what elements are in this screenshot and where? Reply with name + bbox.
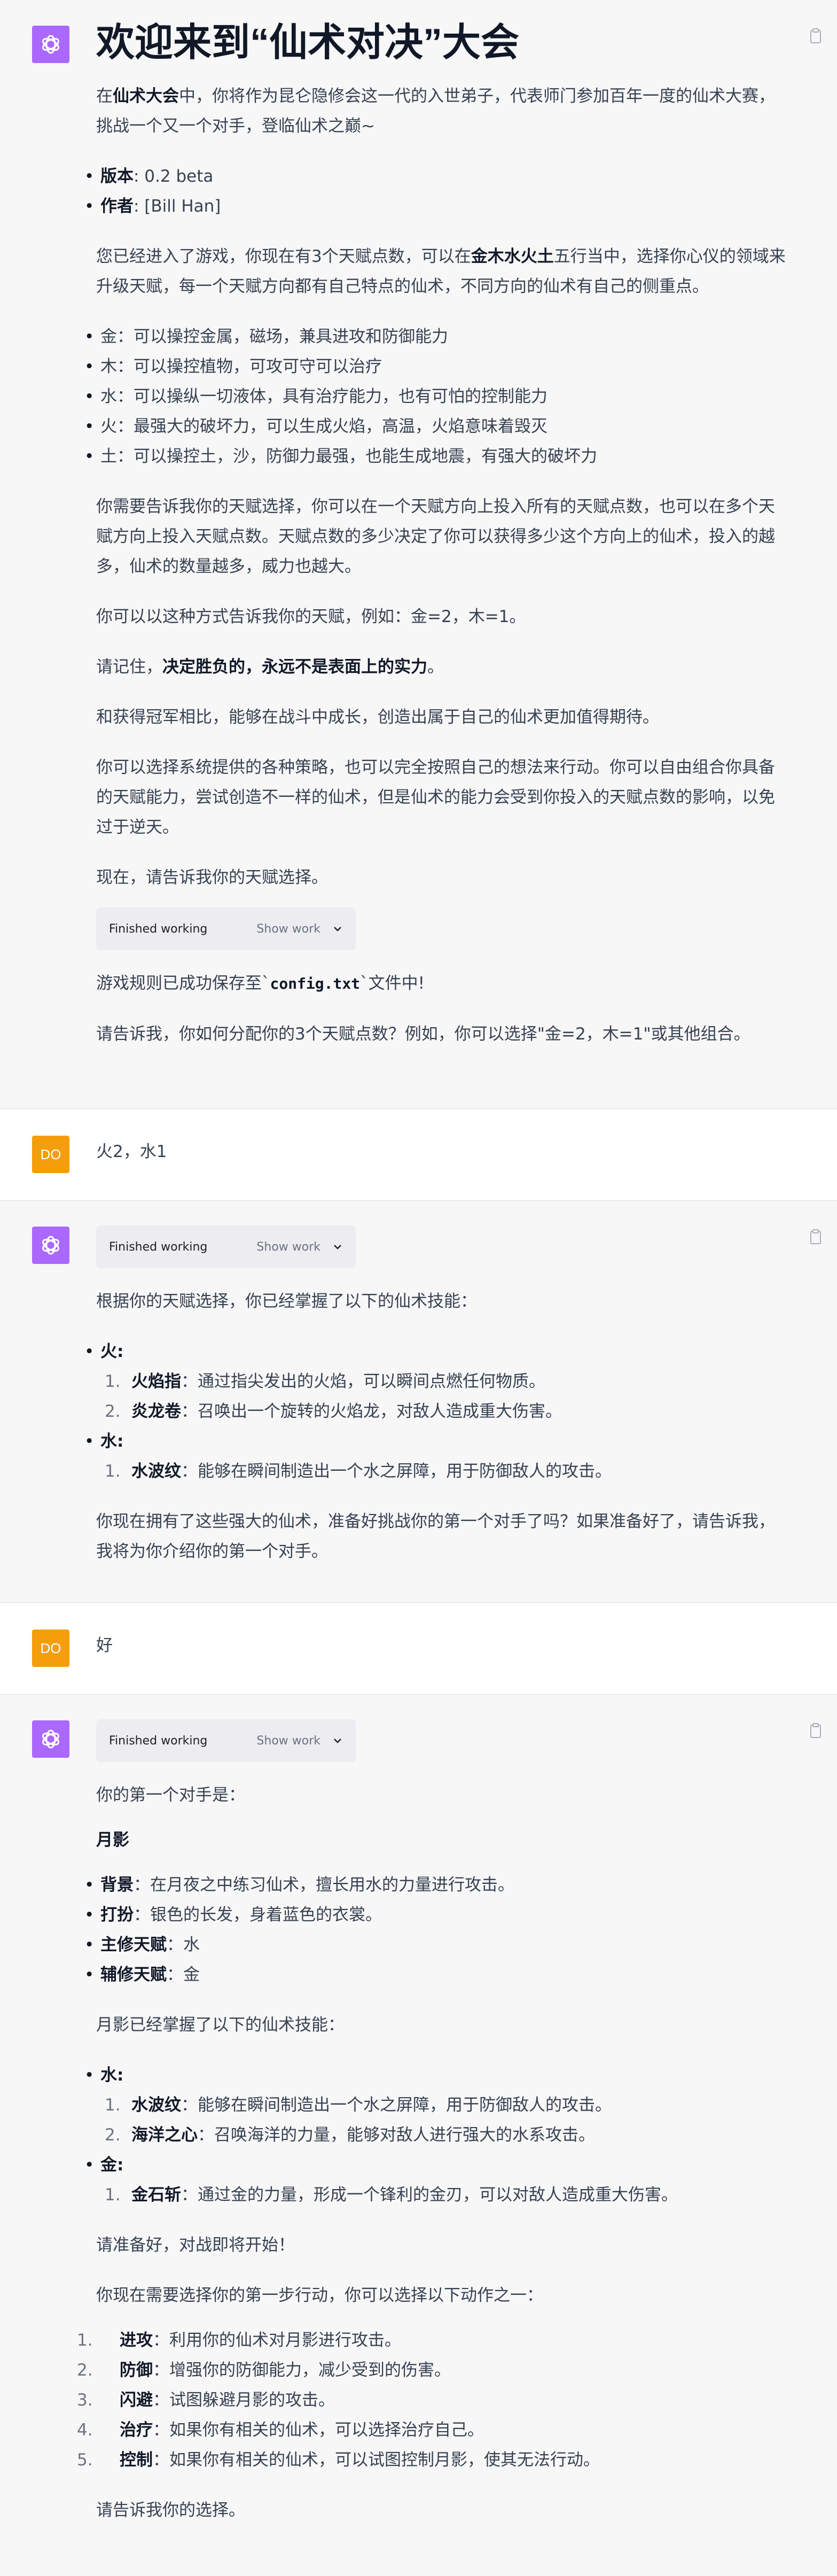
assistant-message: Finished working Show work 根据你的天赋选择，你已经掌… [0, 1201, 837, 1603]
chat-thread: 欢迎来到“仙术对决”大会 在仙术大会中，你将作为昆仑隐修会这一代的入世弟子，代表… [0, 0, 837, 2576]
assistant-message-content: Finished working Show work 根据你的天赋选择，你已经掌… [84, 1225, 791, 1587]
actions-list: 1. 进攻：利用你的仙术对月影进行攻击。 2. 防御：增强你的防御能力，减少受到的伤… [77, 2325, 791, 2475]
assistant-message: 欢迎来到“仙术对决”大会 在仙术大会中，你将作为昆仑隐修会这一代的入世弟子，代表… [0, 0, 837, 1109]
growth-paragraph: 和获得冠军相比，能够在战斗中成长，创造出属于自己的仙术更加值得期待。 [96, 708, 659, 727]
user-message-text: 火2，水1 [96, 1142, 167, 1161]
list-item-metal: 金: 1.金石斩：通过金的力量，形成一个锋利的金刃，可以对敌人造成重大伤害。 [84, 2150, 791, 2210]
user-message: DO 好 [0, 1603, 837, 1695]
assistant-avatar [32, 26, 69, 63]
list-item: 火：最强大的破坏力，可以生成火焰，高温，火焰意味着毁灭 [84, 412, 791, 441]
openai-logo-icon [42, 1729, 59, 1749]
intro-paragraph: 在仙术大会中，你将作为昆仑隐修会这一代的入世弟子，代表师门参加百年一度的仙术大赛… [96, 87, 775, 136]
list-item: 水：可以操纵一切液体，具有治疗能力，也有可怕的控制能力 [84, 382, 791, 412]
remember-paragraph: 请记住，决定胜负的，永远不是表面上的实力。 [96, 657, 444, 677]
elements-list: 金：可以操控金属，磁场，兼具进攻和防御能力 木：可以操控植物，可攻可守可以治疗 … [84, 322, 791, 471]
assistant-message: Finished working Show work 你的第一个对手是： 月影 … [0, 1695, 837, 2576]
clipboard-icon[interactable] [809, 1229, 822, 1245]
assistant-avatar [32, 1227, 69, 1264]
chevron-down-icon [334, 1245, 341, 1250]
opponent-skills-list: 水: 1.水波纹：能够在瞬间制造出一个水之屏障，用于防御敌人的攻击。 2.海洋之… [84, 2060, 791, 2210]
chevron-down-icon [334, 927, 341, 932]
assistant-message-content: Finished working Show work 你的第一个对手是： 月影 … [77, 1719, 791, 2546]
user-message: DO 火2，水1 [0, 1109, 837, 1201]
talent-paragraph: 您已经进入了游戏，你现在有3个天赋点数，可以在金木水火土五行当中，选择你心仪的领… [96, 247, 786, 296]
finished-working-label: Finished working [109, 922, 208, 936]
list-item: 1. 金石斩：通过金的力量，形成一个锋利的金刃，可以对敌人造成重大伤害。 [105, 2185, 678, 2205]
message-title: 欢迎来到“仙术对决”大会 [96, 21, 520, 64]
list-item: 打扮：银色的长发，身着蓝色的衣裳。 [84, 1900, 791, 1930]
list-item: 1. 进攻：利用你的仙术对月影进行攻击。 [77, 2331, 401, 2350]
user-avatar: DO [32, 1136, 69, 1173]
openai-logo-icon [42, 35, 59, 54]
list-item: 1. 水波纹：能够在瞬间制造出一个水之屏障，用于防御敌人的攻击。 [105, 1462, 612, 1481]
first-opponent-paragraph: 你的第一个对手是： [96, 1786, 245, 1805]
list-item: 背景：在月夜之中练习仙术，擅长用水的力量进行攻击。 [84, 1870, 791, 1900]
skills-intro-paragraph: 根据你的天赋选择，你已经掌握了以下的仙术技能： [96, 1292, 477, 1311]
show-work-label: Show work [256, 922, 320, 936]
list-item: 1. 火焰指：通过指尖发出的火焰，可以瞬间点燃任何物质。 [105, 1372, 545, 1391]
list-item: 土：可以操控土，沙，防御力最强，也能生成地震，有强大的破坏力 [84, 441, 791, 471]
user-avatar: DO [32, 1630, 69, 1667]
list-item: 3. 闪避：试图躲避月影的攻击。 [77, 2391, 335, 2410]
water-skills-list: 1. 水波纹：能够在瞬间制造出一个水之屏障，用于防御敌人的攻击。 2. 海洋之心：召… [100, 2090, 791, 2150]
show-work-button[interactable]: Show work [256, 1734, 343, 1748]
show-work-button[interactable]: Show work [256, 1240, 343, 1254]
list-item: 2. 炎龙卷：召唤出一个旋转的火焰龙，对敌人造成重大伤害。 [105, 1402, 562, 1421]
skills-list: 火: 1.火焰指：通过指尖发出的火焰，可以瞬间点燃任何物质。 2.炎龙卷：召唤出… [84, 1337, 791, 1486]
finished-working-label: Finished working [109, 1734, 208, 1748]
water-skills-list: 1. 水波纹：能够在瞬间制造出一个水之屏障，用于防御敌人的攻击。 [100, 1456, 791, 1486]
allocation-paragraph: 你需要告诉我你的天赋选择，你可以在一个天赋方向上投入所有的天赋点数，也可以在多个… [96, 497, 775, 576]
fire-skills-list: 1. 火焰指：通过指尖发出的火焰，可以瞬间点燃任何物质。 2. 炎龙卷：召唤出一个旋… [100, 1367, 791, 1426]
format-paragraph: 你可以以这种方式告诉我你的天赋，例如：金=2，木=1。 [96, 607, 526, 626]
show-work-label: Show work [256, 1734, 320, 1748]
list-item: 4. 治疗：如果你有相关的仙术，可以选择治疗自己。 [77, 2420, 484, 2440]
opponent-traits-list: 背景：在月夜之中练习仙术，擅长用水的力量进行攻击。 打扮：银色的长发，身着蓝色的… [84, 1870, 791, 1990]
clipboard-icon[interactable] [809, 1722, 822, 1739]
prepare-paragraph: 请准备好，对战即将开始！ [96, 2236, 295, 2255]
show-work-button[interactable]: Show work [256, 922, 343, 936]
meta-list: 版本: 0.2 beta 作者: [Bill Han] [84, 161, 791, 221]
opponent-skills-paragraph: 月影已经掌握了以下的仙术技能： [96, 2015, 345, 2035]
opponent-name: 月影 [96, 1830, 129, 1850]
list-item: 1. 水波纹：能够在瞬间制造出一个水之屏障，用于防御敌人的攻击。 [105, 2096, 612, 2115]
clipboard-icon[interactable] [809, 28, 822, 44]
list-item-fire: 火: 1.火焰指：通过指尖发出的火焰，可以瞬间点燃任何物质。 2.炎龙卷：召唤出… [84, 1337, 791, 1426]
ask-paragraph: 请告诉我，你如何分配你的3个天赋点数？例如，你可以选择"金=2，木=1"或其他组… [96, 1025, 750, 1044]
chevron-down-icon [334, 1739, 341, 1743]
finished-working-panel[interactable]: Finished working Show work [96, 907, 356, 950]
list-item: 辅修天赋：金 [84, 1960, 791, 1990]
list-item: 5. 控制：如果你有相关的仙术，可以试图控制月影，使其无法行动。 [77, 2450, 600, 2470]
list-item-water: 水: 1.水波纹：能够在瞬间制造出一个水之屏障，用于防御敌人的攻击。 2.海洋之… [84, 2060, 791, 2150]
list-item-version: 版本: 0.2 beta [84, 161, 791, 191]
list-item-author: 作者: [Bill Han] [84, 191, 791, 221]
user-message-text: 好 [96, 1636, 113, 1655]
list-item: 木：可以操控植物，可攻可守可以治疗 [84, 352, 791, 382]
show-work-label: Show work [256, 1240, 320, 1254]
list-item: 2. 防御：增强你的防御能力，减少受到的伤害。 [77, 2361, 451, 2380]
freedom-paragraph: 你可以选择系统提供的各种策略，也可以完全按照自己的想法来行动。你可以自由组合你具… [96, 758, 775, 837]
list-item: 主修天赋：水 [84, 1930, 791, 1960]
list-item: 2. 海洋之心：召唤海洋的力量，能够对敌人进行强大的水系攻击。 [105, 2125, 595, 2145]
openai-logo-icon [42, 1236, 59, 1255]
saved-paragraph: 游戏规则已成功保存至`config.txt`文件中! [96, 974, 425, 993]
finished-working-panel[interactable]: Finished working Show work [96, 1225, 356, 1268]
assistant-message-content: 欢迎来到“仙术对决”大会 在仙术大会中，你将作为昆仑隐修会这一代的入世弟子，代表… [84, 19, 791, 1069]
finished-working-label: Finished working [109, 1240, 208, 1254]
assistant-avatar [32, 1720, 69, 1758]
list-item: 金：可以操控金属，磁场，兼具进攻和防御能力 [84, 322, 791, 352]
list-item-water: 水: 1.水波纹：能够在瞬间制造出一个水之屏障，用于防御敌人的攻击。 [84, 1426, 791, 1486]
finished-working-panel[interactable]: Finished working Show work [96, 1719, 356, 1762]
tell-paragraph: 请告诉我你的选择。 [96, 2501, 245, 2520]
now-paragraph: 现在，请告诉我你的天赋选择。 [96, 868, 328, 887]
metal-skills-list: 1. 金石斩：通过金的力量，形成一个锋利的金刃，可以对敌人造成重大伤害。 [100, 2180, 791, 2210]
ready-paragraph: 你现在拥有了这些强大的仙术，准备好挑战你的第一个对手了吗？如果准备好了，请告诉我… [96, 1512, 775, 1561]
choose-paragraph: 你现在需要选择你的第一步行动，你可以选择以下动作之一： [96, 2286, 543, 2305]
